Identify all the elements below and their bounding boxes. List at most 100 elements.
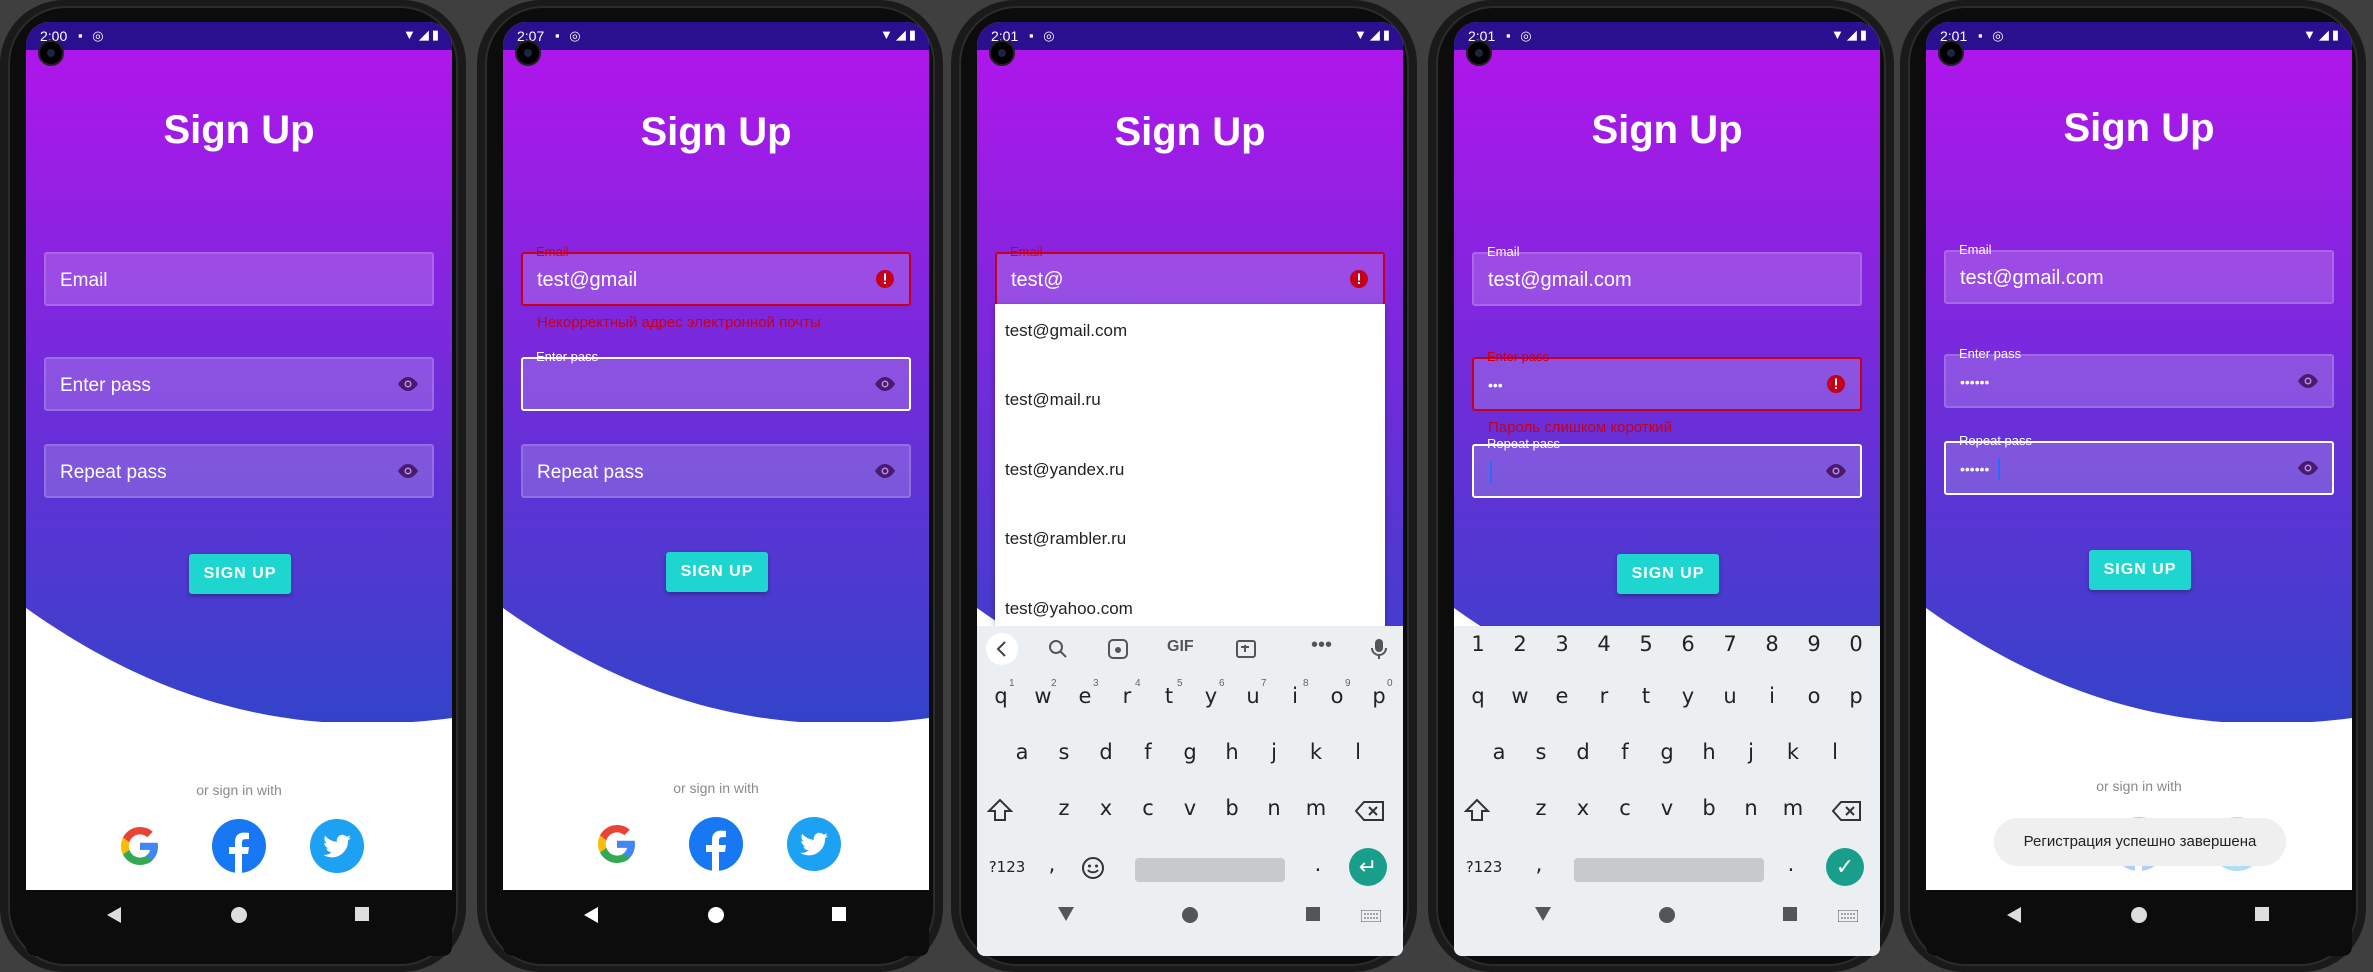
- search-icon[interactable]: [1047, 638, 1069, 660]
- key-z[interactable]: z: [1045, 796, 1083, 820]
- comma-key[interactable]: ,: [1033, 852, 1071, 876]
- collapse-toolbar-icon[interactable]: [985, 632, 1019, 666]
- key-8[interactable]: 8: [1753, 632, 1791, 656]
- home-icon[interactable]: [230, 906, 248, 924]
- space-key[interactable]: [1135, 858, 1285, 882]
- key-v[interactable]: v: [1171, 796, 1209, 820]
- key-t[interactable]: t: [1627, 684, 1665, 708]
- repeat-password-field[interactable]: Repeat pass: [44, 444, 434, 498]
- key-r[interactable]: r: [1585, 684, 1623, 708]
- key-l[interactable]: l: [1339, 740, 1377, 764]
- key-5[interactable]: 5: [1627, 632, 1665, 656]
- suggestion-item[interactable]: test@yahoo.com: [1005, 599, 1133, 619]
- key-4[interactable]: 4: [1585, 632, 1623, 656]
- enter-icon[interactable]: ↵: [1349, 848, 1387, 886]
- key-i[interactable]: i: [1753, 684, 1791, 708]
- key-0[interactable]: 0: [1837, 632, 1875, 656]
- back-icon[interactable]: [1534, 906, 1552, 922]
- key-g[interactable]: g: [1171, 740, 1209, 764]
- password-field[interactable]: Enter pass: [44, 357, 434, 411]
- eye-icon[interactable]: [2296, 371, 2320, 391]
- key-h[interactable]: h: [1213, 740, 1251, 764]
- key-n[interactable]: n: [1255, 796, 1293, 820]
- key-3[interactable]: 3: [1543, 632, 1581, 656]
- key-k[interactable]: k: [1774, 740, 1812, 764]
- emoji-icon[interactable]: [1081, 856, 1105, 880]
- checkmark-icon[interactable]: ✓: [1826, 848, 1864, 886]
- key-7[interactable]: 7: [1711, 632, 1749, 656]
- key-a[interactable]: a: [1003, 740, 1041, 764]
- period-key[interactable]: .: [1772, 852, 1810, 876]
- email-field[interactable]: Email test@gmail.com: [1472, 244, 1862, 306]
- home-icon[interactable]: [707, 906, 725, 924]
- key-9[interactable]: 9: [1795, 632, 1833, 656]
- gif-button[interactable]: GIF: [1167, 638, 1194, 656]
- recents-icon[interactable]: [1782, 906, 1798, 922]
- key-f[interactable]: f: [1129, 740, 1167, 764]
- key-6[interactable]: 6: [1669, 632, 1707, 656]
- sign-up-button[interactable]: SIGN UP: [189, 554, 291, 594]
- symbols-key[interactable]: ?123: [985, 858, 1029, 876]
- eye-icon[interactable]: [1824, 461, 1848, 481]
- password-field[interactable]: Enter pass •••: [1472, 349, 1862, 411]
- suggestion-item[interactable]: test@gmail.com: [1005, 321, 1127, 341]
- home-icon[interactable]: [1658, 906, 1676, 924]
- key-g[interactable]: g: [1648, 740, 1686, 764]
- key-k[interactable]: k: [1297, 740, 1335, 764]
- eye-icon[interactable]: [396, 461, 420, 481]
- facebook-icon[interactable]: [211, 818, 267, 874]
- key-f[interactable]: f: [1606, 740, 1644, 764]
- home-icon[interactable]: [2130, 906, 2148, 924]
- suggestion-item[interactable]: test@rambler.ru: [1005, 529, 1126, 549]
- back-icon[interactable]: [583, 906, 599, 924]
- key-o[interactable]: o: [1795, 684, 1833, 708]
- google-icon[interactable]: [112, 818, 168, 874]
- recents-icon[interactable]: [831, 906, 847, 922]
- repeat-password-field[interactable]: Repeat pass: [1472, 436, 1862, 498]
- key-c[interactable]: c: [1129, 796, 1167, 820]
- symbols-key[interactable]: ?123: [1462, 858, 1506, 876]
- backspace-icon[interactable]: [1832, 800, 1862, 822]
- back-icon[interactable]: [106, 906, 122, 924]
- key-c[interactable]: c: [1606, 796, 1644, 820]
- key-w[interactable]: w: [1501, 684, 1539, 708]
- key-d[interactable]: d: [1087, 740, 1125, 764]
- space-key[interactable]: [1574, 858, 1764, 882]
- email-field[interactable]: Email: [44, 252, 434, 306]
- shift-icon[interactable]: [987, 798, 1013, 822]
- key-q[interactable]: q: [1459, 684, 1497, 708]
- key-d[interactable]: d: [1564, 740, 1602, 764]
- password-field[interactable]: Enter pass ••••••: [1944, 346, 2334, 408]
- key-s[interactable]: s: [1522, 740, 1560, 764]
- back-icon[interactable]: [2006, 906, 2022, 924]
- google-icon[interactable]: [589, 816, 645, 872]
- keyboard-switch-icon[interactable]: [1838, 910, 1858, 922]
- key-1[interactable]: 1: [1459, 632, 1497, 656]
- keyboard-switch-icon[interactable]: [1361, 910, 1381, 922]
- key-j[interactable]: j: [1732, 740, 1770, 764]
- sticker-icon[interactable]: [1107, 638, 1129, 660]
- key-b[interactable]: b: [1213, 796, 1251, 820]
- period-key[interactable]: .: [1299, 852, 1337, 876]
- key-j[interactable]: j: [1255, 740, 1293, 764]
- key-l[interactable]: l: [1816, 740, 1854, 764]
- comma-key[interactable]: ,: [1520, 852, 1558, 876]
- eye-icon[interactable]: [873, 461, 897, 481]
- translate-icon[interactable]: [1235, 638, 1257, 660]
- key-n[interactable]: n: [1732, 796, 1770, 820]
- key-m[interactable]: m: [1297, 796, 1335, 820]
- twitter-icon[interactable]: [309, 818, 365, 874]
- suggestion-item[interactable]: test@yandex.ru: [1005, 460, 1124, 480]
- facebook-icon[interactable]: [688, 816, 744, 872]
- key-u[interactable]: u: [1711, 684, 1749, 708]
- sign-up-button[interactable]: SIGN UP: [1617, 554, 1719, 594]
- key-p[interactable]: p: [1837, 684, 1875, 708]
- key-y[interactable]: y: [1669, 684, 1707, 708]
- key-z[interactable]: z: [1522, 796, 1560, 820]
- recents-icon[interactable]: [354, 906, 370, 922]
- key-x[interactable]: x: [1087, 796, 1125, 820]
- key-a[interactable]: a: [1480, 740, 1518, 764]
- eye-icon[interactable]: [2296, 458, 2320, 478]
- eye-icon[interactable]: [873, 374, 897, 394]
- twitter-icon[interactable]: [786, 816, 842, 872]
